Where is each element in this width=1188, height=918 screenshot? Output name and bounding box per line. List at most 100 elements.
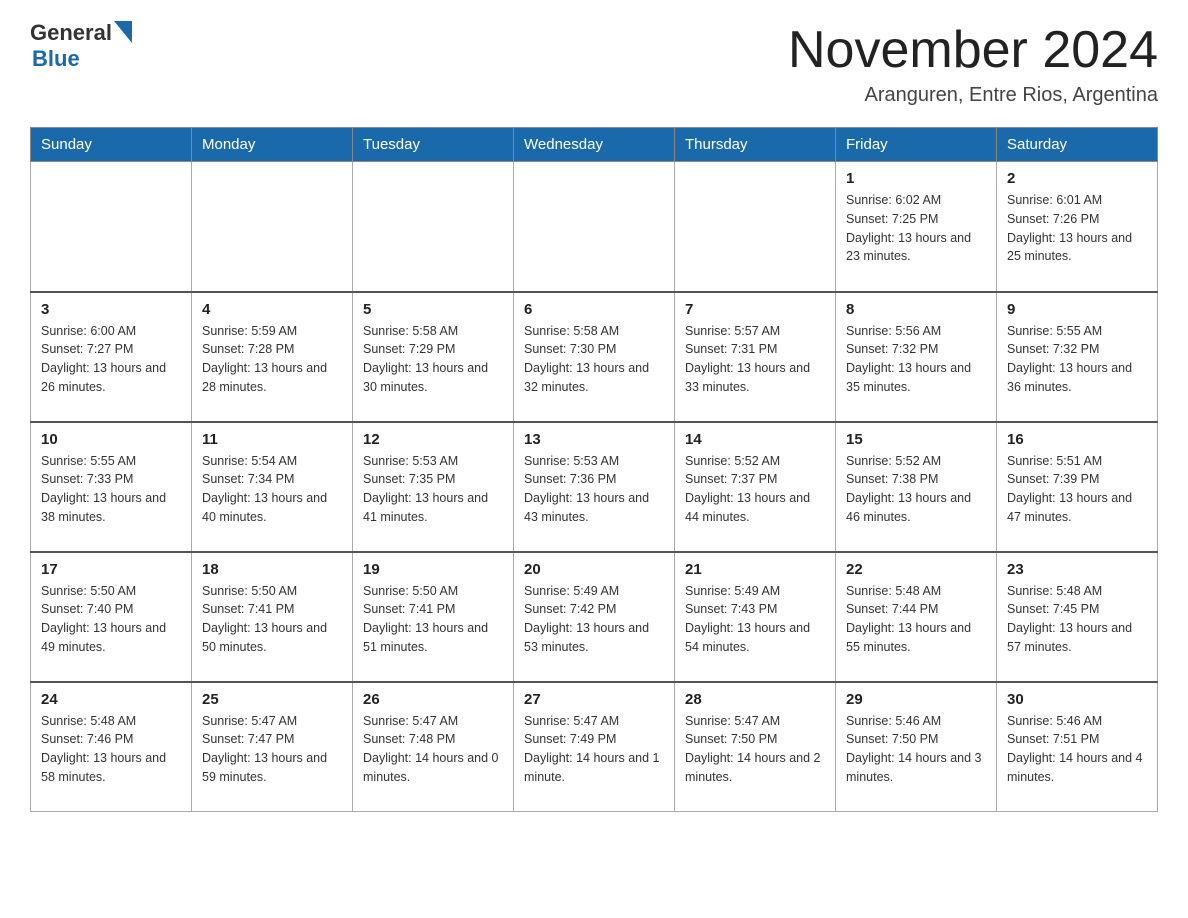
calendar-cell: 2 Sunrise: 6:01 AMSunset: 7:26 PMDaylight… (997, 162, 1158, 292)
day-number: 15 (846, 431, 986, 448)
day-info: Sunrise: 6:00 AMSunset: 7:27 PMDaylight:… (41, 322, 181, 397)
calendar-cell: 24 Sunrise: 5:48 AMSunset: 7:46 PMDayligh… (31, 682, 192, 812)
logo-general-text: General (30, 20, 112, 46)
calendar-cell: 29 Sunrise: 5:46 AMSunset: 7:50 PMDayligh… (836, 682, 997, 812)
day-number: 6 (524, 301, 664, 318)
calendar-cell: 14Sunrise: 5:52 AMSunset: 7:37 PMDayligh… (675, 422, 836, 552)
day-info: Sunrise: 5:55 AMSunset: 7:33 PMDaylight:… (41, 452, 181, 527)
weekday-header-thursday: Thursday (675, 128, 836, 162)
calendar-cell: 4 Sunrise: 5:59 AMSunset: 7:28 PMDaylight… (192, 292, 353, 422)
day-info: Sunrise: 5:49 AMSunset: 7:43 PMDaylight:… (685, 582, 825, 657)
day-info: Sunrise: 5:53 AMSunset: 7:35 PMDaylight:… (363, 452, 503, 527)
day-number: 8 (846, 301, 986, 318)
calendar-cell: 10 Sunrise: 5:55 AMSunset: 7:33 PMDayligh… (31, 422, 192, 552)
weekday-header-friday: Friday (836, 128, 997, 162)
logo: General Blue (30, 20, 132, 72)
calendar-cell: 28Sunrise: 5:47 AMSunset: 7:50 PMDayligh… (675, 682, 836, 812)
day-info: Sunrise: 5:48 AMSunset: 7:46 PMDaylight:… (41, 712, 181, 787)
day-info: Sunrise: 6:01 AMSunset: 7:26 PMDaylight:… (1007, 191, 1147, 266)
calendar-cell: 27 Sunrise: 5:47 AMSunset: 7:49 PMDayligh… (514, 682, 675, 812)
calendar-cell: 21 Sunrise: 5:49 AMSunset: 7:43 PMDayligh… (675, 552, 836, 682)
day-number: 23 (1007, 561, 1147, 578)
day-number: 1 (846, 170, 986, 187)
day-info: Sunrise: 5:59 AMSunset: 7:28 PMDaylight:… (202, 322, 342, 397)
location-subtitle: Aranguren, Entre Rios, Argentina (788, 84, 1158, 107)
weekday-header-tuesday: Tuesday (353, 128, 514, 162)
day-number: 19 (363, 561, 503, 578)
title-area: November 2024 Aranguren, Entre Rios, Arg… (788, 20, 1158, 107)
day-info: Sunrise: 5:47 AMSunset: 7:48 PMDaylight:… (363, 712, 503, 787)
day-info: Sunrise: 5:52 AMSunset: 7:38 PMDaylight:… (846, 452, 986, 527)
day-number: 3 (41, 301, 181, 318)
day-info: Sunrise: 5:52 AMSunset: 7:37 PMDaylight:… (685, 452, 825, 527)
weekday-header-sunday: Sunday (31, 128, 192, 162)
day-info: Sunrise: 5:58 AMSunset: 7:30 PMDaylight:… (524, 322, 664, 397)
day-info: Sunrise: 6:02 AMSunset: 7:25 PMDaylight:… (846, 191, 986, 266)
day-info: Sunrise: 5:51 AMSunset: 7:39 PMDaylight:… (1007, 452, 1147, 527)
day-info: Sunrise: 5:46 AMSunset: 7:51 PMDaylight:… (1007, 712, 1147, 787)
day-number: 29 (846, 691, 986, 708)
calendar-cell: 12 Sunrise: 5:53 AMSunset: 7:35 PMDayligh… (353, 422, 514, 552)
calendar-cell: 6 Sunrise: 5:58 AMSunset: 7:30 PMDaylight… (514, 292, 675, 422)
day-info: Sunrise: 5:58 AMSunset: 7:29 PMDaylight:… (363, 322, 503, 397)
calendar-cell (514, 162, 675, 292)
calendar-table: SundayMondayTuesdayWednesdayThursdayFrid… (30, 127, 1158, 812)
day-info: Sunrise: 5:47 AMSunset: 7:49 PMDaylight:… (524, 712, 664, 787)
calendar-cell (31, 162, 192, 292)
calendar-week-row: 3 Sunrise: 6:00 AMSunset: 7:27 PMDaylight… (31, 292, 1158, 422)
day-info: Sunrise: 5:53 AMSunset: 7:36 PMDaylight:… (524, 452, 664, 527)
calendar-cell: 23Sunrise: 5:48 AMSunset: 7:45 PMDayligh… (997, 552, 1158, 682)
calendar-cell: 17Sunrise: 5:50 AMSunset: 7:40 PMDayligh… (31, 552, 192, 682)
weekday-header-saturday: Saturday (997, 128, 1158, 162)
day-number: 13 (524, 431, 664, 448)
day-number: 18 (202, 561, 342, 578)
day-number: 21 (685, 561, 825, 578)
calendar-cell (675, 162, 836, 292)
calendar-cell: 13 Sunrise: 5:53 AMSunset: 7:36 PMDayligh… (514, 422, 675, 552)
day-number: 27 (524, 691, 664, 708)
day-info: Sunrise: 5:49 AMSunset: 7:42 PMDaylight:… (524, 582, 664, 657)
day-info: Sunrise: 5:46 AMSunset: 7:50 PMDaylight:… (846, 712, 986, 787)
day-number: 20 (524, 561, 664, 578)
calendar-cell (353, 162, 514, 292)
day-number: 22 (846, 561, 986, 578)
day-info: Sunrise: 5:50 AMSunset: 7:40 PMDaylight:… (41, 582, 181, 657)
day-number: 24 (41, 691, 181, 708)
day-number: 12 (363, 431, 503, 448)
day-number: 26 (363, 691, 503, 708)
day-info: Sunrise: 5:54 AMSunset: 7:34 PMDaylight:… (202, 452, 342, 527)
calendar-cell (192, 162, 353, 292)
calendar-cell: 15 Sunrise: 5:52 AMSunset: 7:38 PMDayligh… (836, 422, 997, 552)
calendar-cell: 3 Sunrise: 6:00 AMSunset: 7:27 PMDaylight… (31, 292, 192, 422)
calendar-cell: 9Sunrise: 5:55 AMSunset: 7:32 PMDaylight… (997, 292, 1158, 422)
calendar-week-row: 17Sunrise: 5:50 AMSunset: 7:40 PMDayligh… (31, 552, 1158, 682)
logo-blue-text: Blue (32, 46, 132, 72)
day-number: 10 (41, 431, 181, 448)
day-info: Sunrise: 5:47 AMSunset: 7:47 PMDaylight:… (202, 712, 342, 787)
calendar-week-row: 24 Sunrise: 5:48 AMSunset: 7:46 PMDayligh… (31, 682, 1158, 812)
day-info: Sunrise: 5:56 AMSunset: 7:32 PMDaylight:… (846, 322, 986, 397)
month-year-title: November 2024 (788, 20, 1158, 80)
logo-arrow-icon (114, 21, 132, 43)
calendar-cell: 5 Sunrise: 5:58 AMSunset: 7:29 PMDaylight… (353, 292, 514, 422)
day-info: Sunrise: 5:48 AMSunset: 7:44 PMDaylight:… (846, 582, 986, 657)
day-number: 30 (1007, 691, 1147, 708)
weekday-header-row: SundayMondayTuesdayWednesdayThursdayFrid… (31, 128, 1158, 162)
calendar-cell: 25Sunrise: 5:47 AMSunset: 7:47 PMDayligh… (192, 682, 353, 812)
calendar-cell: 22 Sunrise: 5:48 AMSunset: 7:44 PMDayligh… (836, 552, 997, 682)
calendar-week-row: 10 Sunrise: 5:55 AMSunset: 7:33 PMDayligh… (31, 422, 1158, 552)
calendar-cell: 19 Sunrise: 5:50 AMSunset: 7:41 PMDayligh… (353, 552, 514, 682)
calendar-cell: 20 Sunrise: 5:49 AMSunset: 7:42 PMDayligh… (514, 552, 675, 682)
weekday-header-monday: Monday (192, 128, 353, 162)
day-info: Sunrise: 5:50 AMSunset: 7:41 PMDaylight:… (363, 582, 503, 657)
day-number: 2 (1007, 170, 1147, 187)
day-number: 5 (363, 301, 503, 318)
day-number: 11 (202, 431, 342, 448)
weekday-header-wednesday: Wednesday (514, 128, 675, 162)
calendar-cell: 7Sunrise: 5:57 AMSunset: 7:31 PMDaylight… (675, 292, 836, 422)
day-info: Sunrise: 5:50 AMSunset: 7:41 PMDaylight:… (202, 582, 342, 657)
calendar-week-row: 1 Sunrise: 6:02 AMSunset: 7:25 PMDaylight… (31, 162, 1158, 292)
day-number: 16 (1007, 431, 1147, 448)
calendar-cell: 1 Sunrise: 6:02 AMSunset: 7:25 PMDaylight… (836, 162, 997, 292)
day-number: 4 (202, 301, 342, 318)
